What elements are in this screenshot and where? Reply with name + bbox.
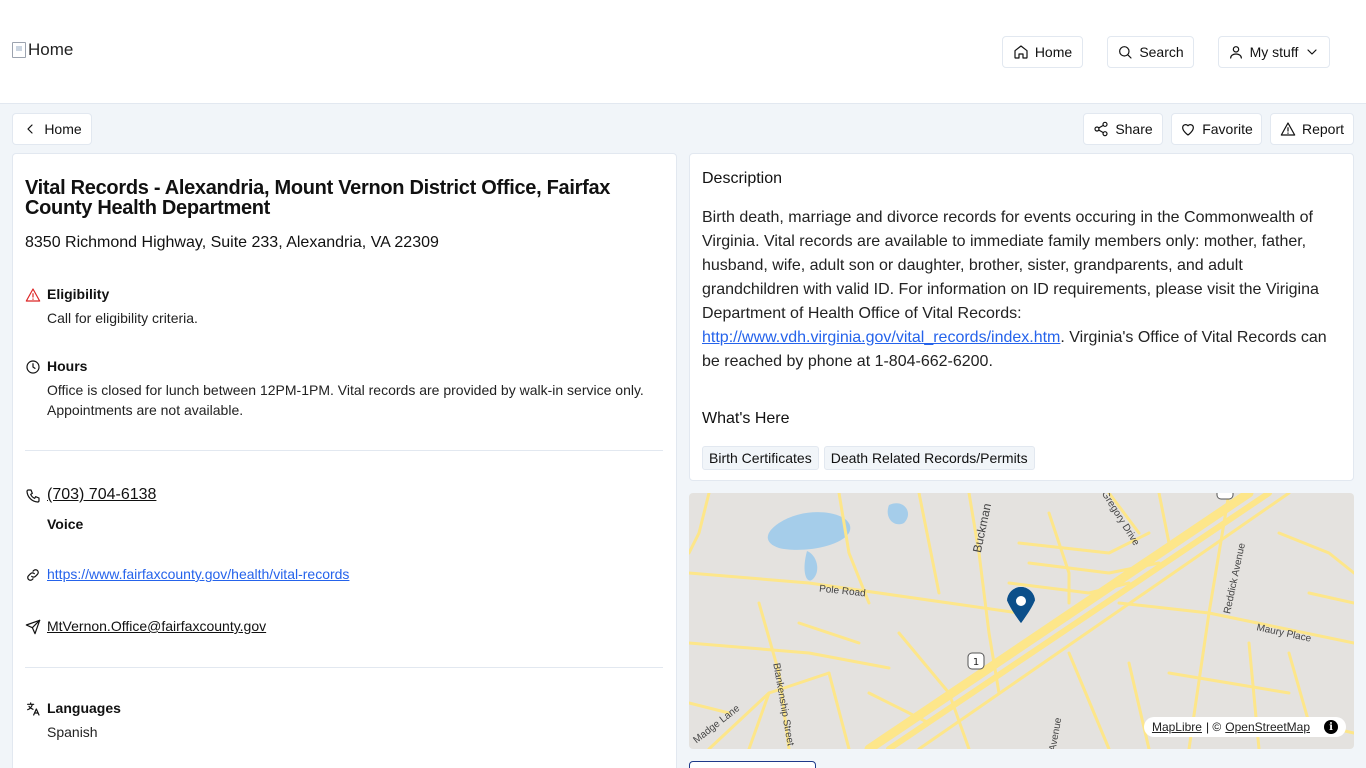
eligibility-text: Call for eligibility criteria. — [47, 310, 198, 326]
share-icon — [1094, 121, 1108, 137]
nav-search-label: Search — [1139, 44, 1184, 60]
favorite-label: Favorite — [1202, 121, 1253, 137]
whats-here-tags: Birth Certificates Death Related Records… — [702, 446, 1035, 470]
logo-alt-text: Home — [28, 40, 74, 59]
eligibility-label: Eligibility — [47, 286, 110, 302]
route-shield-label: 1 — [973, 657, 979, 668]
hours-label: Hours — [47, 358, 88, 374]
listing-details-card: Vital Records - Alexandria, Mount Vernon… — [12, 153, 677, 768]
attribution-separator: | © — [1205, 720, 1222, 734]
hours-text: Office is closed for lunch between 12PM-… — [47, 382, 644, 418]
openstreetmap-link[interactable]: OpenStreetMap — [1225, 720, 1310, 734]
section-divider — [25, 450, 663, 451]
report-button[interactable]: Report — [1270, 113, 1354, 145]
listing-address: 8350 Richmond Highway, Suite 233, Alexan… — [25, 234, 439, 251]
share-button[interactable]: Share — [1083, 113, 1163, 145]
house-icon — [1014, 45, 1028, 59]
description-text-before: Birth death, marriage and divorce record… — [702, 209, 1319, 322]
my-stuff-label: My stuff — [1249, 44, 1299, 60]
back-button[interactable]: Home — [12, 113, 92, 145]
share-label: Share — [1115, 121, 1153, 137]
website-link[interactable]: https://www.fairfaxcounty.gov/health/vit… — [47, 566, 349, 582]
home-logo[interactable]: Home — [12, 40, 73, 60]
languages-value: Spanish — [47, 724, 98, 740]
alert-triangle-icon — [25, 288, 41, 302]
email-link[interactable]: MtVernon.Office@fairfaxcounty.gov — [47, 618, 266, 634]
phone-type: Voice — [47, 516, 84, 532]
page-title: Vital Records - Alexandria, Mount Vernon… — [25, 177, 611, 219]
heart-icon — [1182, 124, 1195, 136]
location-map[interactable]: 1 Buckman Gregory Drive Pole Road Reddic… — [689, 493, 1354, 749]
tag-birth-certificates: Birth Certificates — [702, 446, 819, 470]
info-icon[interactable]: i — [1324, 720, 1338, 734]
description-heading: Description — [702, 170, 783, 187]
user-icon — [1229, 46, 1242, 59]
phone-number-link[interactable]: (703) 704-6138 — [47, 486, 156, 504]
translate-icon — [27, 702, 40, 716]
site-header: Home Home Search My stuff — [0, 0, 1366, 104]
nav-home-label: Home — [1034, 44, 1073, 60]
directions-button[interactable] — [689, 761, 816, 768]
chevron-left-icon — [27, 124, 33, 134]
tag-death-records: Death Related Records/Permits — [823, 446, 1035, 470]
nav-home-button[interactable]: Home — [1002, 36, 1083, 68]
search-icon — [1119, 46, 1132, 59]
description-card: Description Birth death, marriage and di… — [689, 153, 1354, 481]
maplibre-link[interactable]: MapLibre — [1152, 720, 1202, 734]
description-text: Birth death, marriage and divorce record… — [702, 206, 1342, 374]
map-attribution: MapLibre | © OpenStreetMap i — [1143, 717, 1346, 737]
link-icon — [27, 569, 39, 581]
chevron-down-icon — [1307, 49, 1317, 55]
clock-icon — [26, 360, 40, 374]
warning-icon — [1280, 122, 1296, 136]
favorite-button[interactable]: Favorite — [1171, 113, 1262, 145]
phone-icon — [26, 489, 40, 503]
languages-label: Languages — [47, 700, 121, 716]
section-divider — [25, 667, 663, 668]
back-label: Home — [44, 121, 82, 137]
location-pin-icon[interactable] — [1007, 587, 1035, 623]
broken-image-icon — [12, 42, 26, 58]
my-stuff-dropdown[interactable]: My stuff — [1218, 36, 1330, 68]
send-icon — [25, 619, 41, 635]
whats-here-heading: What's Here — [702, 410, 790, 427]
nav-search-button[interactable]: Search — [1107, 36, 1194, 68]
vdh-link[interactable]: http://www.vdh.virginia.gov/vital_record… — [702, 329, 1060, 346]
report-label: Report — [1301, 121, 1345, 137]
